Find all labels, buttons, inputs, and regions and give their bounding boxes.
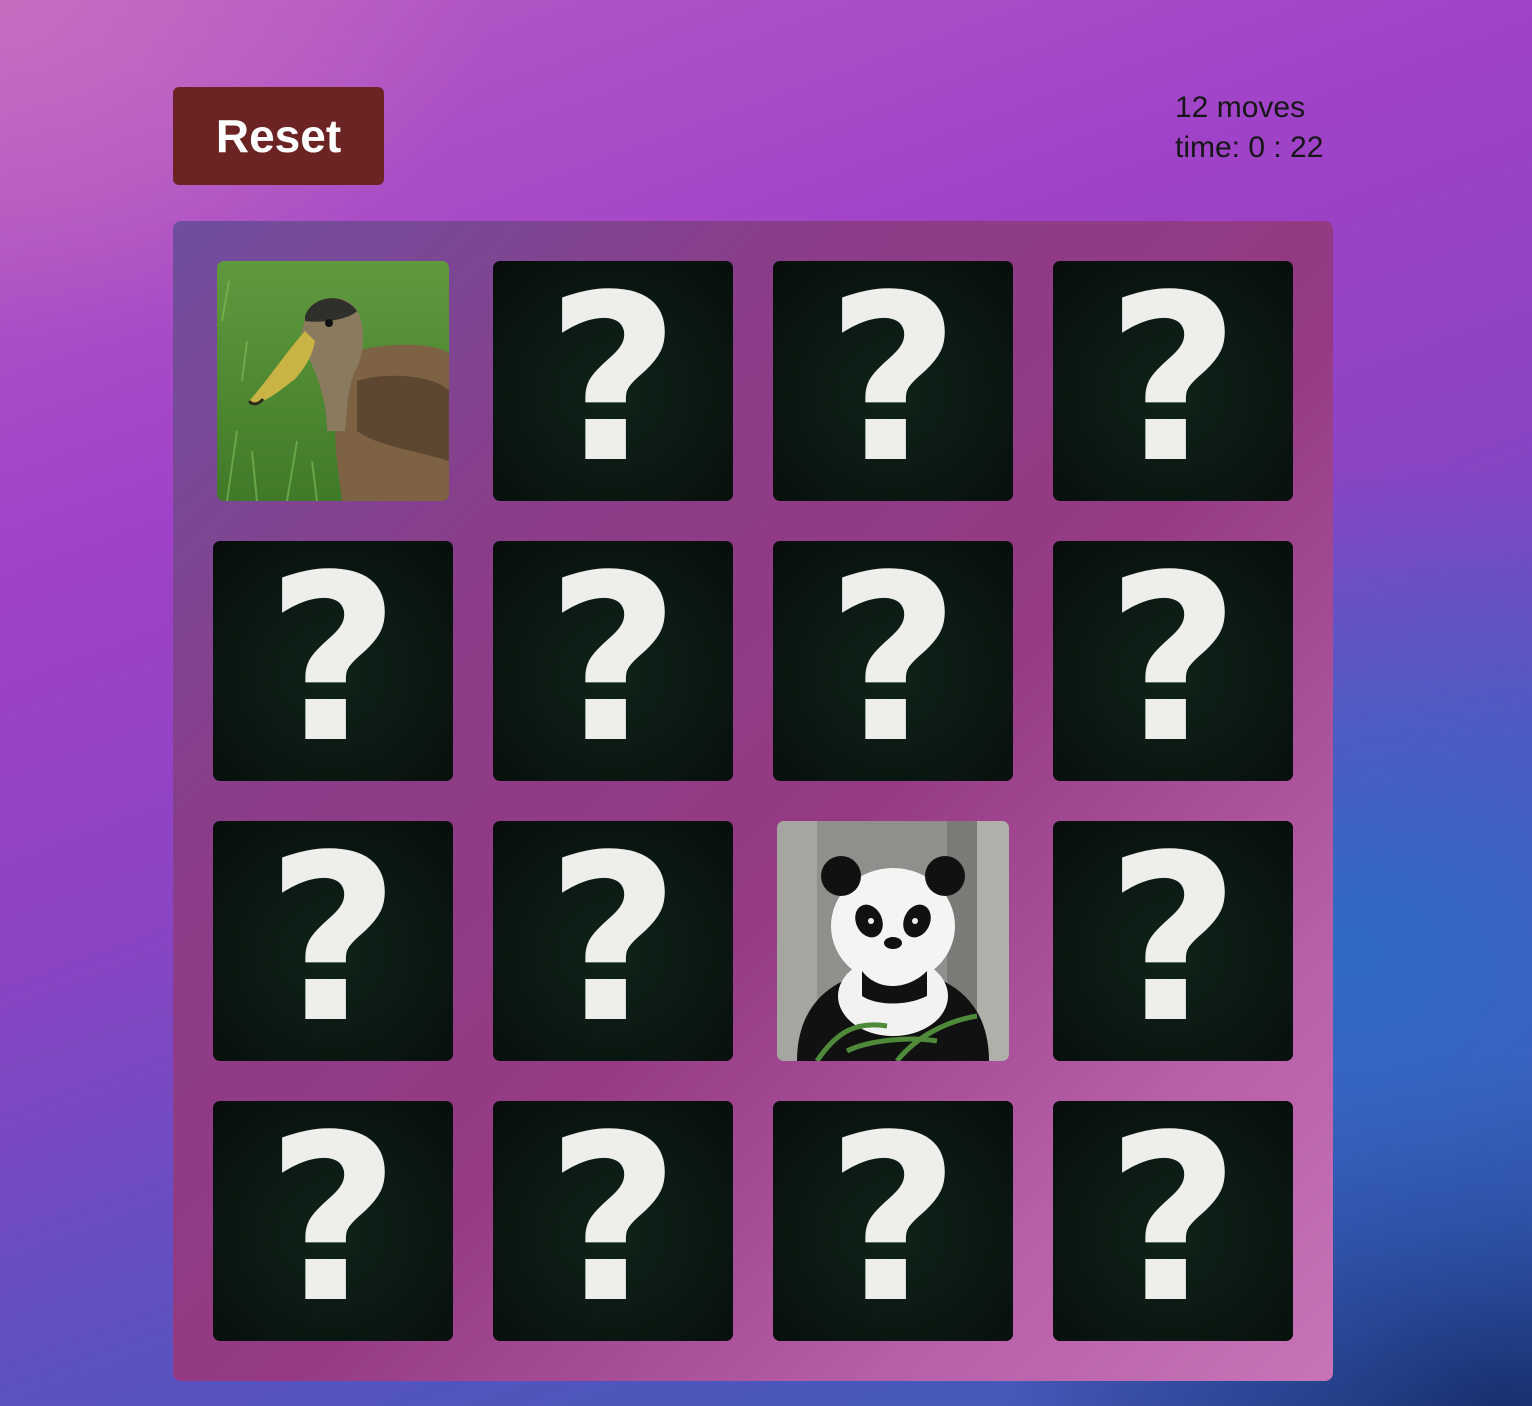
- card-9[interactable]: ?: [213, 821, 453, 1061]
- question-mark-icon: ?: [266, 541, 400, 781]
- card-12[interactable]: ?: [1053, 821, 1293, 1061]
- card-7[interactable]: ?: [773, 541, 1013, 781]
- duck-image: [217, 261, 449, 501]
- card-13[interactable]: ?: [213, 1101, 453, 1341]
- card-10[interactable]: ?: [493, 821, 733, 1061]
- card-2[interactable]: ?: [493, 261, 733, 501]
- card-8[interactable]: ?: [1053, 541, 1293, 781]
- card-15[interactable]: ?: [773, 1101, 1013, 1341]
- question-mark-icon: ?: [546, 821, 680, 1061]
- question-mark-icon: ?: [1106, 821, 1240, 1061]
- reset-button[interactable]: Reset: [173, 87, 384, 185]
- question-mark-icon: ?: [826, 261, 960, 501]
- card-11[interactable]: ?: [777, 821, 1009, 1061]
- card-6[interactable]: ?: [493, 541, 733, 781]
- moves-counter: 12 moves: [1175, 91, 1306, 124]
- card-5[interactable]: ?: [213, 541, 453, 781]
- timer: time: 0 : 22: [1175, 131, 1324, 164]
- question-mark-icon: ?: [546, 541, 680, 781]
- card-4[interactable]: ?: [1053, 261, 1293, 501]
- question-mark-icon: ?: [1106, 541, 1240, 781]
- card-1[interactable]: ?: [217, 261, 449, 501]
- question-mark-icon: ?: [266, 821, 400, 1061]
- question-mark-icon: ?: [1106, 261, 1240, 501]
- card-14[interactable]: ?: [493, 1101, 733, 1341]
- question-mark-icon: ?: [1106, 1101, 1240, 1341]
- question-mark-icon: ?: [546, 261, 680, 501]
- question-mark-icon: ?: [826, 541, 960, 781]
- stats-panel: 12 moves time: 0 : 22: [1175, 88, 1323, 168]
- question-mark-icon: ?: [826, 1101, 960, 1341]
- card-16[interactable]: ?: [1053, 1101, 1293, 1341]
- game-board: ? ? ? ? ? ? ? ? ? ? ? ? ? ?: [173, 221, 1333, 1381]
- panda-image: [777, 821, 1009, 1061]
- question-mark-icon: ?: [546, 1101, 680, 1341]
- question-mark-icon: ?: [266, 1101, 400, 1341]
- card-3[interactable]: ?: [773, 261, 1013, 501]
